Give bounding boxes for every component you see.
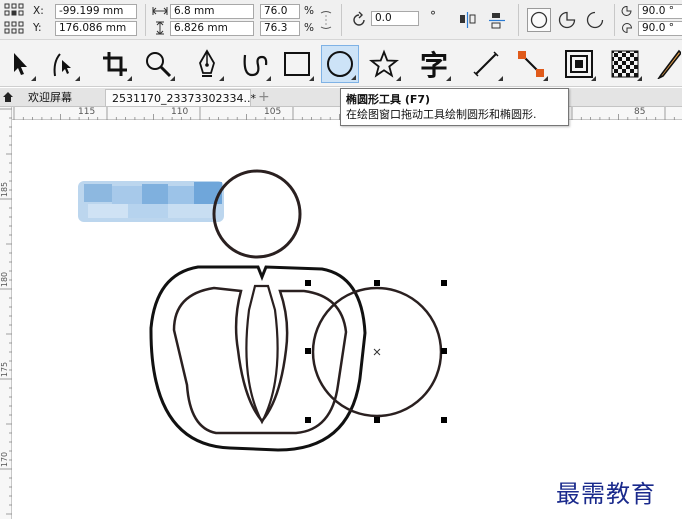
degree-symbol: °	[430, 9, 436, 23]
tooltip-description: 在绘图窗口拖动工具绘制圆形和椭圆形.	[346, 108, 537, 121]
polygon-tool-button[interactable]	[365, 45, 403, 83]
ruler-h-label-105: 105	[264, 107, 282, 117]
connector-icon	[518, 51, 544, 77]
rectangle-icon	[284, 52, 310, 76]
pie-mode-icon[interactable]	[556, 9, 578, 31]
start-angle-field[interactable]: 90.0 °	[638, 4, 682, 19]
width-arrow-icon	[152, 7, 168, 15]
body-inner-outline[interactable]	[172, 286, 348, 435]
contour-tool-button[interactable]	[560, 45, 598, 83]
separator	[518, 4, 519, 36]
drawing-canvas[interactable]	[13, 121, 682, 519]
rectangle-tool-button[interactable]	[278, 45, 316, 83]
star-icon	[369, 49, 399, 78]
pen-nib-icon	[199, 49, 215, 77]
ellipse-mode-icon	[530, 11, 548, 29]
ellipse-tool-button[interactable]	[321, 45, 359, 83]
ellipse-mode-button[interactable]	[527, 8, 551, 32]
tab-document[interactable]: 2531170_23373302334..*	[105, 89, 256, 106]
y-label: Y:	[33, 22, 42, 34]
arrow-pointer-icon	[14, 53, 27, 75]
ruler-v-label-185: 185	[0, 181, 10, 198]
shape-tool-button[interactable]	[44, 45, 82, 83]
scale-y-field[interactable]: 76.3	[260, 21, 300, 36]
tooltip-title: 椭圆形工具 (F7)	[346, 93, 431, 106]
width-field[interactable]: 6.8 mm	[170, 4, 254, 19]
tab-welcome-screen[interactable]: 欢迎屏幕	[22, 89, 102, 106]
add-tab-button[interactable]: +	[253, 89, 273, 106]
ruler-v-label-175: 175	[0, 361, 10, 378]
vertical-ruler[interactable]: 185 180 175 170	[0, 107, 12, 519]
toolbox: 字	[0, 40, 682, 87]
start-angle-icon	[621, 5, 632, 16]
lock-ratio-icon[interactable]	[318, 10, 334, 30]
ruler-h-label-85: 85	[634, 107, 646, 117]
contour-square-icon	[565, 50, 593, 78]
rotation-icon	[353, 11, 365, 26]
artistic-media-tool-button[interactable]	[235, 45, 273, 83]
curve-brush-icon	[243, 54, 268, 77]
crop-tool-button[interactable]	[96, 45, 134, 83]
text-tool-button[interactable]: 字	[415, 45, 453, 83]
pick-tool-button[interactable]	[0, 45, 38, 83]
property-bar: X: Y: -99.199 mm 176.086 mm 6.8 mm 6.826…	[0, 0, 682, 40]
mirror-horizontal-icon[interactable]	[458, 11, 478, 29]
blurred-region	[78, 181, 224, 222]
arc-mode-icon[interactable]	[584, 9, 606, 31]
connector-tool-button[interactable]	[512, 45, 550, 83]
home-icon[interactable]	[2, 91, 14, 103]
pencil-icon	[657, 49, 681, 79]
drawing-artwork	[78, 169, 447, 452]
position-grid-icon-2[interactable]	[4, 21, 24, 35]
head-circle[interactable]	[212, 169, 302, 259]
dimension-tool-button[interactable]	[467, 45, 505, 83]
end-angle-icon	[622, 23, 633, 34]
ruler-v-label-170: 170	[0, 451, 10, 468]
watermark-text: 最需教育	[556, 480, 656, 508]
magnifier-icon	[146, 52, 172, 78]
separator	[341, 4, 342, 36]
ellipse-tool-tooltip: 椭圆形工具 (F7) 在绘图窗口拖动工具绘制圆形和椭圆形.	[340, 88, 569, 126]
scale-x-field[interactable]: 76.0	[260, 4, 300, 19]
scale-x-percent: %	[304, 5, 314, 17]
position-grid-icon[interactable]	[4, 3, 24, 17]
checkerboard-icon	[611, 50, 639, 78]
ruler-h-label-115: 115	[78, 107, 96, 117]
zoom-tool-button[interactable]	[139, 45, 177, 83]
separator	[614, 4, 615, 36]
ruler-v-label-180: 180	[0, 271, 10, 288]
center-marker	[373, 348, 381, 356]
end-angle-field[interactable]: 90.0 °	[638, 21, 682, 36]
pen-tool-button[interactable]	[188, 45, 226, 83]
transparency-tool-button[interactable]	[606, 45, 644, 83]
height-field[interactable]: 6.826 mm	[170, 21, 254, 36]
ruler-h-label-110: 110	[171, 107, 189, 117]
body-outline[interactable]	[149, 265, 367, 452]
height-arrow-icon	[156, 21, 164, 35]
eyedropper-tool-button[interactable]	[654, 45, 682, 83]
text-zi-icon: 字	[419, 49, 448, 82]
rotation-field[interactable]: 0.0	[371, 11, 419, 26]
scale-y-percent: %	[304, 22, 314, 34]
x-position-field[interactable]: -99.199 mm	[55, 4, 137, 19]
y-position-field[interactable]: 176.086 mm	[55, 21, 137, 36]
separator	[145, 4, 146, 36]
crop-icon	[103, 52, 127, 76]
node-edit-icon	[53, 53, 71, 77]
x-label: X:	[33, 5, 44, 17]
mirror-vertical-icon[interactable]	[488, 11, 506, 31]
diagonal-line-icon	[473, 51, 499, 77]
